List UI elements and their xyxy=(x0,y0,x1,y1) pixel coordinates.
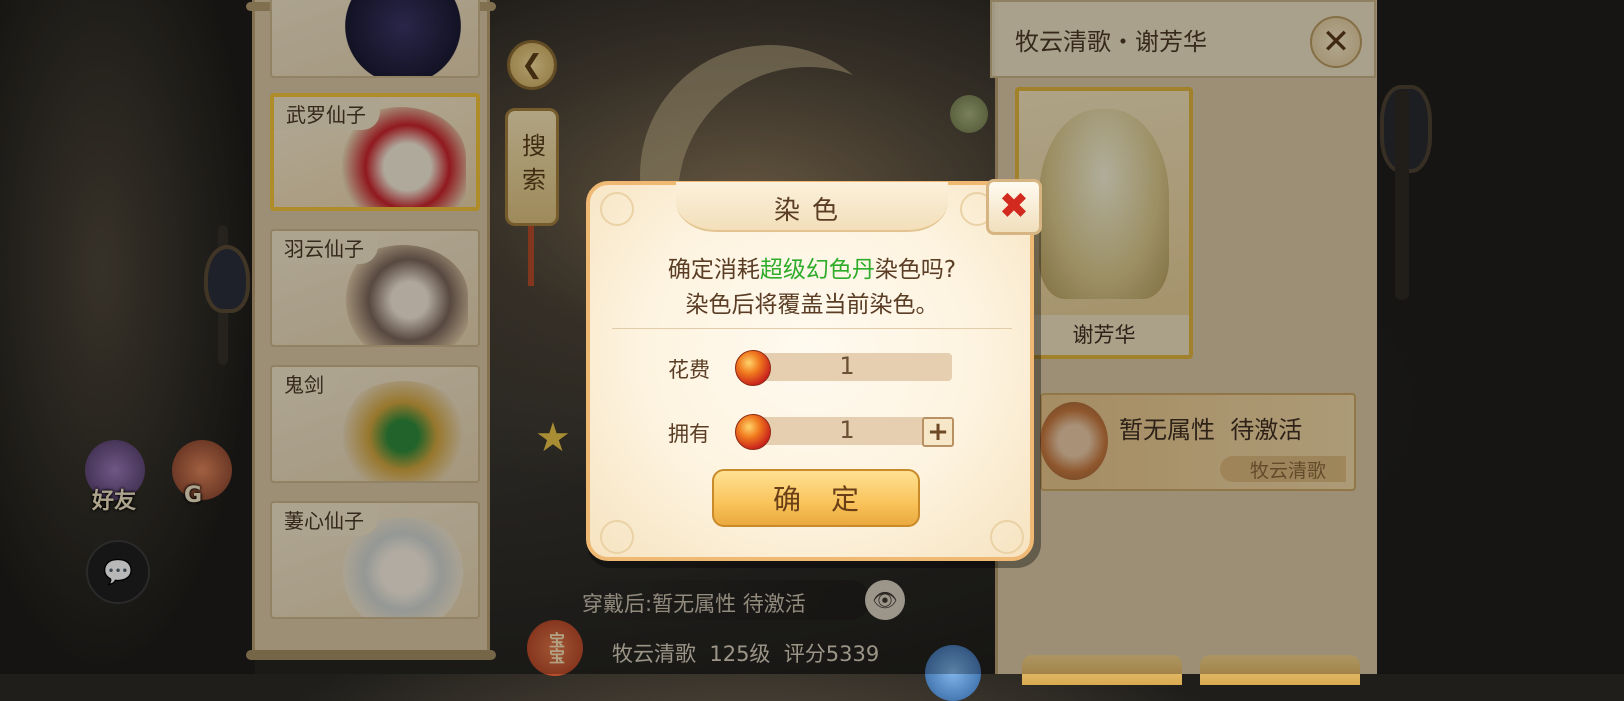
tassel-decoration xyxy=(528,226,534,286)
wear-effect-text: 穿戴后:暂无属性 待激活 xyxy=(582,592,806,616)
dialog-close-button[interactable]: ✖ xyxy=(986,179,1042,235)
character-name: 羽云仙子 xyxy=(272,231,378,264)
panel-close-button[interactable]: ✕ xyxy=(1310,16,1362,68)
orb-icon[interactable] xyxy=(925,645,981,701)
character-card[interactable]: 羽云仙子 xyxy=(270,229,480,347)
attribute-status-text: 暂无属性 待激活 xyxy=(1119,416,1303,444)
search-button[interactable]: 搜索 xyxy=(505,108,559,226)
cost-value: 1 xyxy=(839,352,855,380)
character-name: 萋心仙子 xyxy=(272,503,378,536)
chat-icon: 💬 xyxy=(103,558,133,586)
staff-head-decoration xyxy=(204,245,250,313)
character-name: 武罗仙子 xyxy=(274,97,380,130)
cost-label: 花费 xyxy=(668,358,710,382)
pet-info-text: 牧云清歌 125级 评分5339 xyxy=(612,642,880,666)
skin-art xyxy=(1039,109,1169,299)
preview-eye-button[interactable]: 👁 xyxy=(865,580,905,620)
character-art xyxy=(338,0,468,76)
skin-detail-title: 牧云清歌・谢芳华 xyxy=(1015,28,1207,56)
attribute-source-text: 牧云清歌 xyxy=(1250,460,1327,482)
owned-value: 1 xyxy=(839,416,855,444)
confirm-label: 确定 xyxy=(772,483,889,516)
bottom-action-button[interactable] xyxy=(1200,655,1360,685)
cloud-ornament xyxy=(600,192,634,226)
dialog-message-line2: 染色后将覆盖当前染色。 xyxy=(685,292,939,318)
chevron-left-icon: ❮ xyxy=(521,50,543,80)
back-button[interactable]: ❮ xyxy=(507,40,557,90)
attribute-emblem-icon xyxy=(1040,402,1108,480)
character-card[interactable]: 萋心仙子 xyxy=(270,501,480,619)
dialog-divider xyxy=(612,328,1012,329)
eye-icon: 👁 xyxy=(872,588,898,612)
baobao-badge[interactable]: 宝宝 xyxy=(527,620,583,676)
message-suffix: 染色吗? xyxy=(874,257,957,283)
character-art xyxy=(338,381,468,481)
skin-name: 谢芳华 xyxy=(1019,315,1189,355)
item-name-highlight: 超级幻色丹 xyxy=(759,257,875,283)
star-icon: ★ xyxy=(535,415,571,461)
scroll-rod-bottom xyxy=(246,650,496,660)
add-item-button[interactable]: + xyxy=(922,417,954,447)
close-icon: ✖ xyxy=(998,186,1030,227)
cloud-ornament xyxy=(990,520,1024,554)
chat-button[interactable]: 💬 xyxy=(86,540,150,604)
character-name: 鬼剑 xyxy=(272,367,338,400)
character-card[interactable] xyxy=(270,0,480,78)
staff-decoration xyxy=(1395,90,1409,300)
search-label: 搜索 xyxy=(517,133,546,201)
message-prefix: 确定消耗 xyxy=(667,257,760,283)
dialog-message-line1: 确定消耗超级幻色丹染色吗? xyxy=(596,250,1028,284)
guild-label: G xyxy=(184,483,203,508)
baobao-label: 宝宝 xyxy=(546,632,565,664)
check-orb-icon xyxy=(950,95,988,133)
character-card[interactable]: 鬼剑 xyxy=(270,365,480,483)
plus-icon: + xyxy=(927,417,949,447)
close-icon: ✕ xyxy=(1321,22,1351,62)
owned-label: 拥有 xyxy=(668,422,710,446)
friends-label: 好友 xyxy=(92,489,137,514)
confirm-button[interactable]: 确定 xyxy=(712,469,920,527)
character-card-selected[interactable]: 武罗仙子 xyxy=(270,93,480,211)
dialog-title: 染色 xyxy=(773,196,850,226)
bottom-action-button[interactable] xyxy=(1022,655,1182,685)
cloud-ornament xyxy=(600,520,634,554)
